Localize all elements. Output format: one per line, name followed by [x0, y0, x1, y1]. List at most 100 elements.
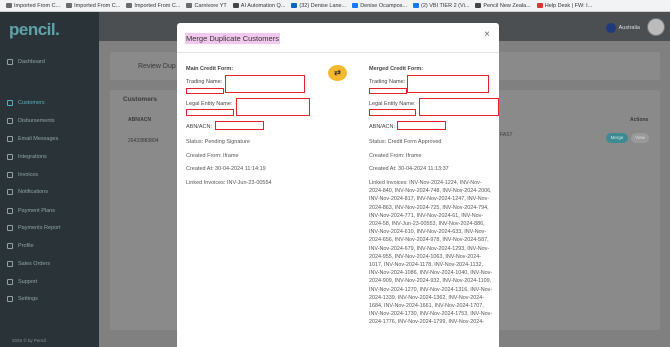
sidebar-item-label: Dashboard: [18, 59, 45, 65]
sidebar-item-label: Customers: [18, 100, 45, 106]
merged-form-heading: Merged Credit Form:: [369, 66, 424, 72]
bookmark-item[interactable]: Help Desk | FW: I...: [536, 2, 593, 9]
section-title: Customers: [123, 96, 157, 103]
merged-trading-name-field[interactable]: [407, 75, 489, 93]
bell-icon: [7, 189, 13, 195]
sidebar-item-label: Integrations: [18, 154, 47, 160]
footer-text: 2025 © by Pencil: [12, 338, 47, 343]
merged-created-at: Created At: 30-04-2024 11:13:37: [369, 166, 449, 172]
merged-abn-field[interactable]: [397, 121, 446, 130]
country-label: Australia: [618, 25, 640, 31]
sidebar-item-settings[interactable]: Settings: [7, 296, 38, 302]
page-title: Review Dup: [138, 63, 176, 70]
swap-icon[interactable]: ⇄: [328, 65, 347, 81]
support-icon: [7, 279, 13, 285]
merged-status: Status: Credit Form Approved: [369, 139, 442, 145]
sidebar-item-customers[interactable]: Customers: [7, 100, 45, 106]
merged-trading-name-sub-field[interactable]: [369, 88, 407, 94]
sales-orders-icon: [7, 261, 13, 267]
row-abn: 26433883894: [128, 138, 159, 144]
merged-legal-entity-sub-field[interactable]: [369, 109, 416, 116]
main-abn-field[interactable]: [215, 121, 264, 130]
col-abn-header: ABN/ACN: [128, 117, 152, 123]
bookmark-label: Pencil New Zeala...: [483, 2, 531, 9]
pencil-logo[interactable]: pencil.: [9, 20, 60, 40]
settings-icon: [7, 296, 13, 302]
bookmark-item[interactable]: (2) VBI TIER 2 (Vi...: [412, 2, 470, 9]
sidebar-item-label: Payment Plans: [18, 208, 55, 214]
bookmark-item[interactable]: Imported From C...: [66, 3, 120, 9]
merged-created-from: Created From: Iframe: [369, 153, 422, 159]
sidebar-item-label: Disbursements: [18, 118, 55, 124]
country-selector[interactable]: Australia: [605, 23, 640, 33]
sidebar-item-sales-orders[interactable]: Sales Orders: [7, 261, 50, 267]
main-linked-invoices: Linked Invoices: INV-Jun-23-00554: [186, 180, 272, 186]
main-trading-name-sub-field[interactable]: [186, 88, 224, 94]
main-trading-name-field[interactable]: [225, 75, 305, 93]
sidebar-item-payments-report[interactable]: Payments Report: [7, 225, 61, 231]
profile-icon: [7, 243, 13, 249]
email-icon: [7, 136, 13, 142]
main-form-heading: Main Credit Form:: [186, 66, 234, 72]
linkedin-icon: [291, 3, 298, 8]
avatar[interactable]: [647, 18, 665, 36]
merged-trading-name-label: Trading Name:: [369, 79, 406, 85]
bookmark-label: (2) VBI TIER 2 (Vi...: [420, 2, 470, 9]
modal-title: Merge Duplicate Customers: [185, 33, 280, 44]
customers-icon: [7, 100, 13, 106]
sidebar-item-label: Invoices: [18, 172, 39, 178]
bookmark-label: Denise Ocampos...: [360, 2, 407, 9]
bookmark-label: Help Desk | FW: I...: [544, 2, 593, 9]
merge-modal: Merge Duplicate Customers × ⇄ Main Credi…: [177, 23, 499, 347]
merged-legal-entity-field[interactable]: [419, 98, 499, 116]
sidebar-item-label: Sales Orders: [18, 261, 51, 267]
dashboard-icon: [7, 59, 13, 65]
sidebar-item-label: Profile: [18, 243, 34, 249]
invoices-icon: [7, 172, 13, 178]
sidebar-item-notifications[interactable]: Notifications: [7, 189, 48, 195]
sidebar-item-label: Support: [18, 279, 38, 285]
sidebar-item-invoices[interactable]: Invoices: [7, 172, 38, 178]
bookmark-item[interactable]: Pencil New Zeala...: [475, 2, 531, 9]
sidebar-item-payment-plans[interactable]: Payment Plans: [7, 208, 55, 214]
row-fast: FAST: [500, 132, 513, 138]
sidebar-item-email-messages[interactable]: Email Messages: [7, 136, 58, 142]
australia-flag-icon: [605, 23, 616, 33]
bookmark-item[interactable]: Carnivore YT: [186, 2, 227, 9]
main-created-from: Created From: Iframe: [186, 153, 239, 159]
site-icon: [232, 3, 239, 8]
bookmark-label: Carnivore YT: [194, 2, 227, 9]
sidebar-item-integrations[interactable]: Integrations: [7, 154, 47, 160]
main-status: Status: Pending Signature: [186, 139, 250, 145]
main-trading-name-label: Trading Name:: [186, 79, 223, 85]
main-legal-entity-field[interactable]: [236, 98, 310, 116]
folder-icon: [66, 3, 73, 8]
bookmark-item[interactable]: Imported From C...: [126, 3, 180, 9]
merge-button[interactable]: Merge: [606, 133, 628, 143]
view-button[interactable]: View: [631, 133, 649, 143]
bookmark-label: Imported From C...: [134, 2, 181, 9]
col-actions-header: Actions: [630, 117, 649, 123]
close-icon[interactable]: ×: [484, 29, 490, 40]
merged-abn-label: ABN/ACN:: [369, 124, 395, 130]
facebook-icon: [352, 3, 359, 8]
bookmarks-bar: Imported From C... Imported From C... Impo…: [0, 0, 670, 12]
bookmark-label: Imported From C...: [14, 2, 61, 9]
bookmark-item[interactable]: AI Automation Q...: [232, 3, 285, 9]
main-created-at: Created At: 30-04-2024 11:14:19: [186, 166, 266, 172]
bookmark-item[interactable]: Imported From C...: [6, 3, 60, 9]
sidebar-item-support[interactable]: Support: [7, 279, 37, 285]
bookmark-label: Imported From C...: [74, 2, 121, 9]
folder-icon: [6, 3, 12, 8]
bookmark-item[interactable]: Denise Ocampos...: [352, 3, 407, 9]
sidebar-item-label: Notifications: [18, 189, 48, 195]
sidebar-item-dashboard[interactable]: Dashboard: [7, 59, 45, 65]
sidebar-item-profile[interactable]: Profile: [7, 243, 34, 249]
bookmark-item[interactable]: (32) Denise Lane...: [291, 3, 346, 9]
main-legal-entity-sub-field[interactable]: [186, 109, 234, 116]
sidebar-item-disbursements[interactable]: Disbursements: [7, 118, 55, 124]
merged-legal-entity-label: Legal Entity Name:: [369, 101, 416, 107]
sidebar-item-label: Settings: [18, 296, 38, 302]
payments-report-icon: [7, 225, 13, 231]
payment-plans-icon: [7, 208, 13, 214]
